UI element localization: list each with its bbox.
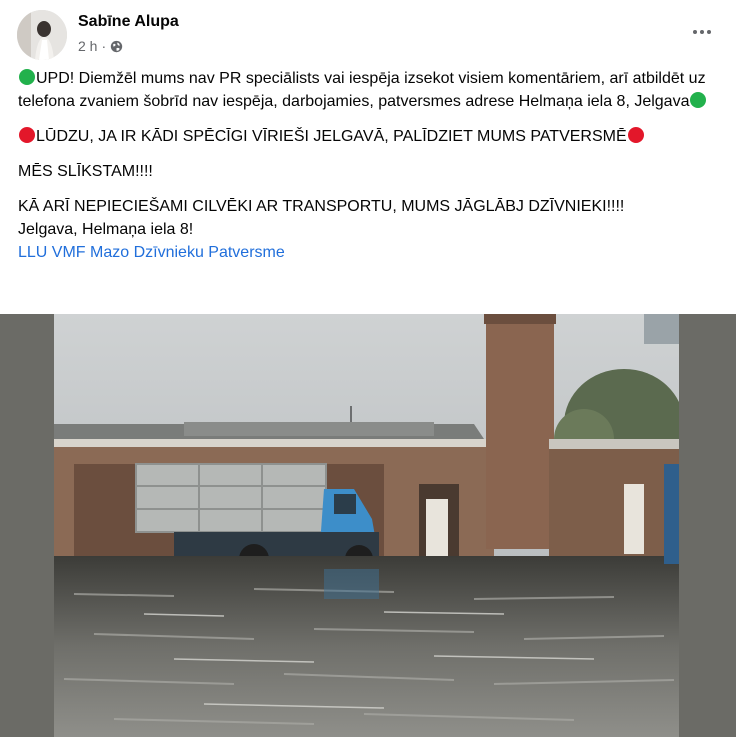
globe-icon — [110, 40, 123, 52]
more-horizontal-icon[interactable] — [688, 22, 716, 42]
paragraph-request: LŪDZU, JA IR KĀDI SPĒCĪGI VĪRIEŠI JELGAV… — [18, 125, 718, 148]
post-meta: 2 h · — [78, 38, 123, 54]
post-header: Sabīne Alupa 2 h · — [17, 10, 716, 60]
green-circle-icon — [690, 92, 707, 108]
red-circle-icon — [19, 127, 35, 143]
paragraph-sinking: MĒS SLĪKSTAM!!!! — [18, 160, 718, 183]
request-text: LŪDZU, JA IR KĀDI SPĒCĪGI VĪRIEŠI JELGAV… — [36, 128, 627, 145]
green-circle-icon — [19, 69, 35, 85]
page-link[interactable]: LLU VMF Mazo Dzīvnieku Patversme — [18, 244, 285, 261]
post-text: UPD! Diemžēl mums nav PR speciālists vai… — [18, 67, 718, 264]
avatar[interactable] — [17, 10, 67, 60]
post-time[interactable]: 2 h — [78, 38, 97, 54]
address-text: Jelgava, Helmaņa iela 8! — [18, 221, 194, 238]
update-text: UPD! Diemžēl mums nav PR speciālists vai… — [18, 70, 706, 110]
paragraph-update: UPD! Diemžēl mums nav PR speciālists vai… — [18, 67, 718, 113]
facebook-post: Sabīne Alupa 2 h · UPD! Diemžēl mums nav… — [0, 0, 736, 737]
red-circle-icon — [627, 127, 644, 143]
author-name[interactable]: Sabīne Alupa — [78, 13, 179, 31]
paragraph-transport: KĀ ARĪ NEPIECIEŠAMI CILVĒKI AR TRANSPORT… — [18, 195, 718, 264]
transport-text: KĀ ARĪ NEPIECIEŠAMI CILVĒKI AR TRANSPORT… — [18, 198, 625, 215]
post-photo[interactable] — [54, 314, 679, 737]
sinking-text: MĒS SLĪKSTAM!!!! — [18, 163, 153, 180]
post-photo-container[interactable] — [0, 314, 736, 737]
